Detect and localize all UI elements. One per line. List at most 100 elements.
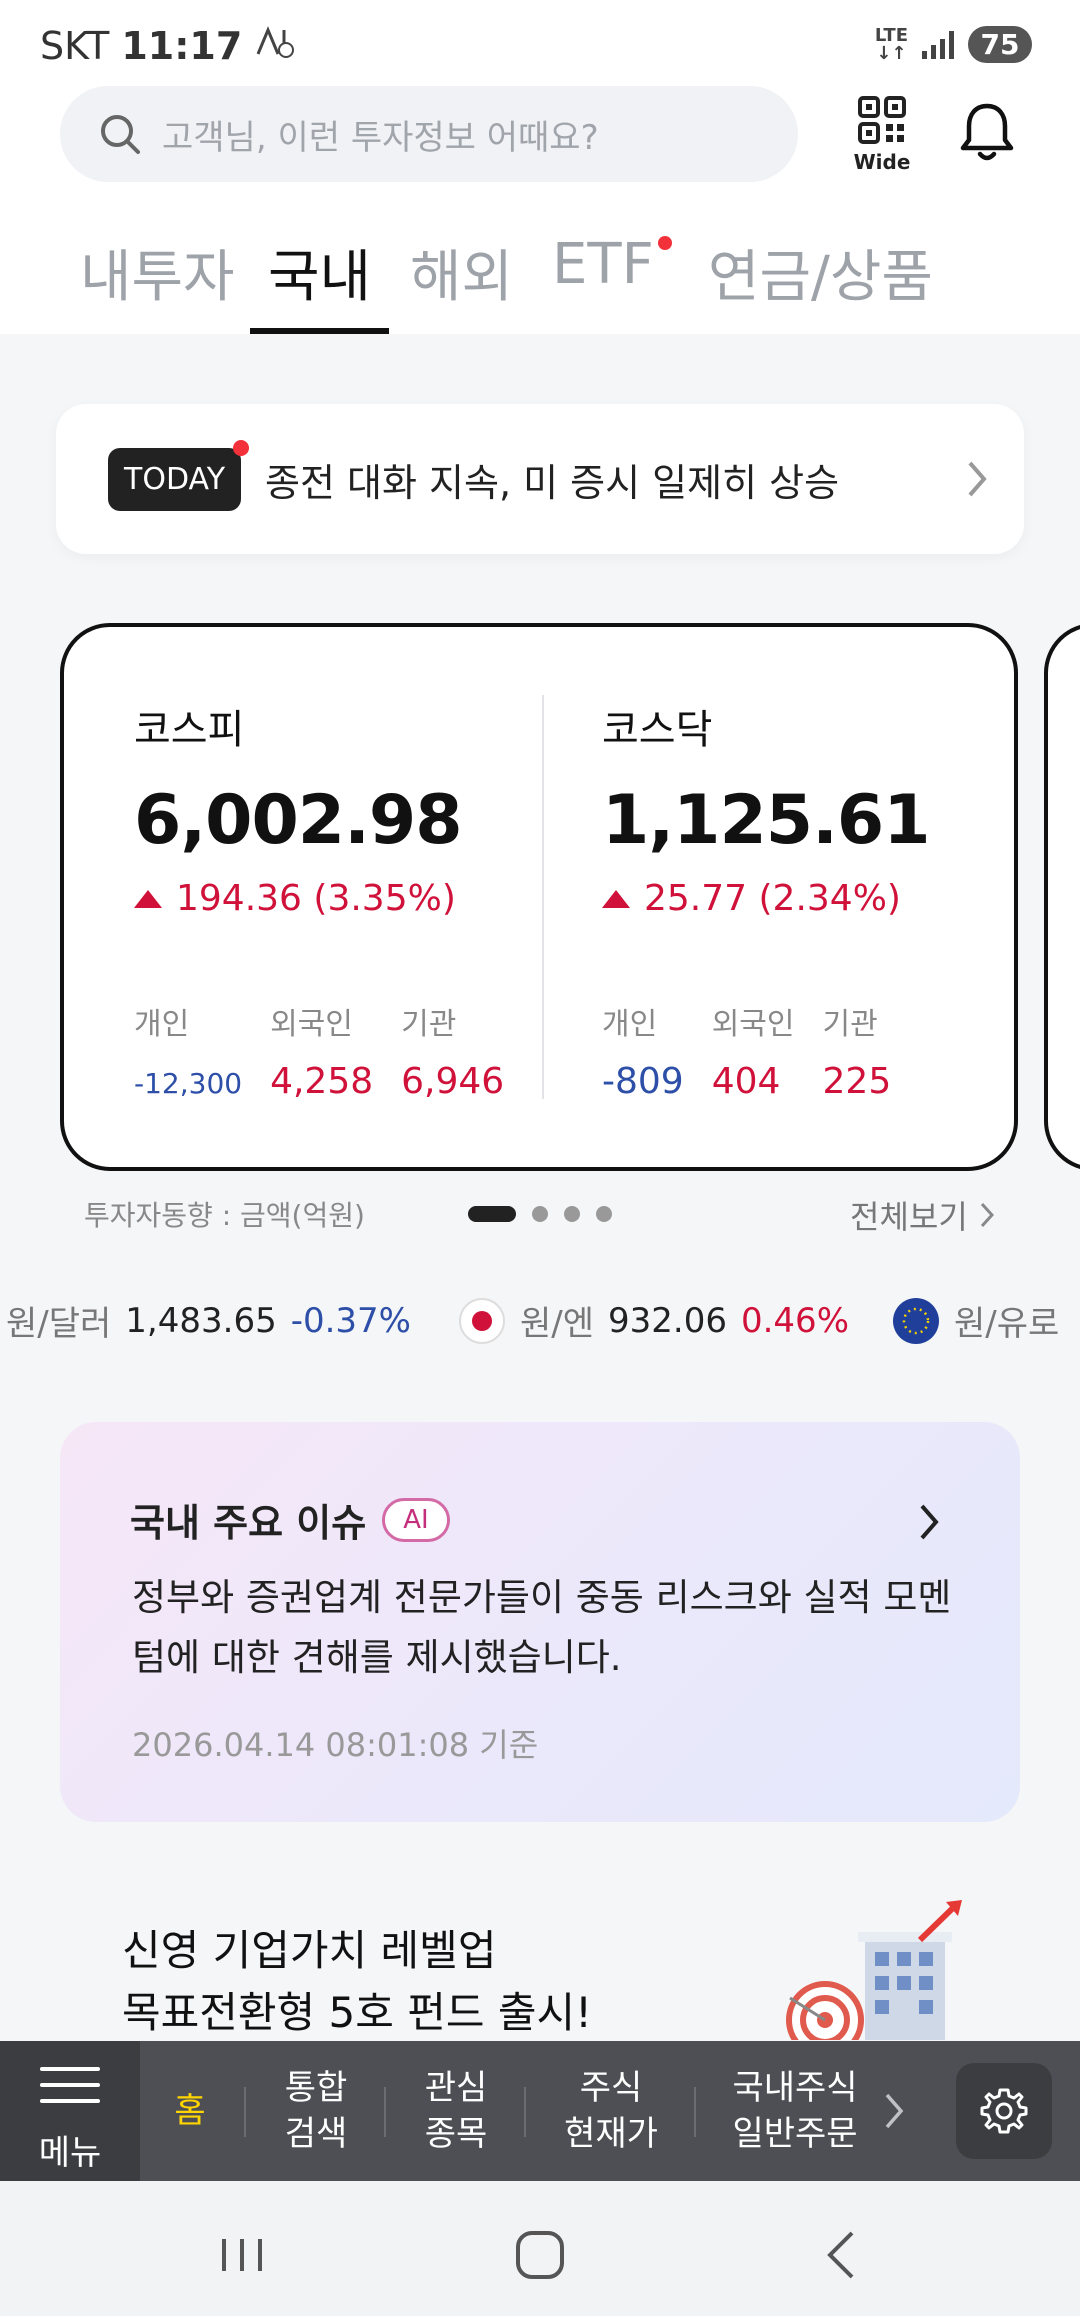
page-dot-active[interactable] — [468, 1206, 516, 1222]
issue-timestamp: 2026.04.14 08:01:08 기준 — [132, 1726, 539, 1764]
system-nav-bar — [0, 2181, 1080, 2316]
fx-item-jpy[interactable]: 원/엔 932.06 0.46% — [458, 1296, 849, 1345]
kospi-investor-flows: 개인 -12,300 외국인 4,258 기관 6,946 — [134, 999, 532, 1102]
kosdaq-investor-flows: 개인 -809 외국인 404 기관 225 — [602, 999, 919, 1102]
flow-label: 개인 — [602, 1007, 658, 1042]
bottom-item-label: 통합 — [284, 2068, 348, 2108]
lte-icon: LTE ↓↑ — [874, 24, 908, 64]
bottom-item-integrated-search[interactable]: 통합검색 — [256, 2041, 376, 2181]
promo-text: 신영 기업가치 레벨업 목표전환형 5호 펀드 출시! — [122, 1920, 592, 2044]
fund-promo-banner[interactable]: 신영 기업가치 레벨업 목표전환형 5호 펀드 출시! — [0, 1880, 1080, 2040]
flow-value: 6,946 — [401, 1061, 505, 1102]
page-dot[interactable] — [564, 1206, 580, 1222]
fx-change: 0.46% — [740, 1300, 849, 1341]
bottom-item-label: 홈 — [174, 2091, 206, 2131]
status-right: LTE ↓↑ 75 — [875, 26, 1032, 63]
tab-domestic[interactable]: 국내 — [249, 232, 390, 334]
chevron-right-icon — [968, 461, 987, 497]
up-triangle-icon — [134, 889, 162, 908]
index-value: 6,002.98 — [134, 781, 463, 860]
bottom-item-watchlist[interactable]: 관심 종목 — [396, 2041, 516, 2181]
back-icon[interactable] — [814, 2225, 874, 2285]
carousel-dots — [468, 1206, 612, 1222]
bottom-item-label: 일반주문 — [732, 2114, 858, 2154]
tab-pension-products[interactable]: 연금/상품 — [708, 232, 933, 334]
flow-value: -809 — [602, 1061, 684, 1102]
ai-badge: AI — [382, 1497, 450, 1542]
search-bar[interactable]: 고객님, 이런 투자정보 어때요? — [60, 86, 798, 182]
flow-individual: 개인 -809 — [602, 999, 684, 1102]
tab-etf[interactable]: ETF — [552, 232, 672, 334]
kospi-panel[interactable]: 코스피 6,002.98 194.36 (3.35%) — [134, 697, 554, 919]
separator — [384, 2087, 386, 2137]
fx-ticker[interactable]: 원/달러 1,483.65 -0.37% 원/엔 932.06 0.46% 원/… — [0, 1296, 1080, 1356]
chevron-right-icon — [980, 1202, 994, 1228]
bottom-item-stock-price[interactable]: 주식 현재가 — [536, 2041, 686, 2181]
investor-flow-note: 투자자동향 : 금액(억원) — [84, 1199, 365, 1232]
bottom-item-label: 검색 — [284, 2114, 348, 2154]
home-icon[interactable] — [510, 2225, 570, 2285]
bottom-item-label: 현재가 — [564, 2114, 658, 2154]
index-name: 코스닥 — [602, 707, 713, 753]
chevron-right-icon — [920, 1504, 939, 1540]
carrier-label: SKT — [40, 24, 110, 68]
category-tabs: 내투자 국내 해외 ETF 연금/상품 — [0, 212, 1080, 334]
today-news-banner[interactable]: TODAY 종전 대화 지속, 미 증시 일제히 상승 — [56, 404, 1024, 554]
kosdaq-panel[interactable]: 코스닥 1,125.61 25.77 (2.34%) — [602, 697, 1022, 919]
settings-button[interactable] — [956, 2063, 1052, 2159]
status-left: SKT 11:17 — [40, 24, 295, 68]
qr-code-icon — [858, 96, 906, 144]
bottom-item-home[interactable]: 홈 — [150, 2041, 230, 2181]
status-bar: SKT 11:17 LTE ↓↑ 75 — [0, 0, 1080, 86]
fx-change: -0.37% — [290, 1300, 411, 1341]
index-change: 25.77 (2.34%) — [602, 878, 1022, 919]
flow-foreign: 외국인 404 — [712, 999, 795, 1102]
market-card-footer: 투자자동향 : 금액(억원) 전체보기 — [0, 1186, 1080, 1246]
gear-icon — [980, 2088, 1028, 2134]
next-card-peek[interactable] — [1044, 623, 1080, 1171]
target-building-illustration — [786, 1900, 962, 2040]
chevron-right-icon[interactable] — [884, 2091, 904, 2131]
view-all-link[interactable]: 전체보기 — [850, 1192, 994, 1238]
today-badge: TODAY — [108, 439, 250, 511]
index-change-text: 194.36 (3.35%) — [176, 878, 456, 919]
bell-icon[interactable] — [958, 100, 1016, 164]
bottom-item-domestic-order[interactable]: 국내주식일반주문 — [710, 2041, 880, 2181]
battery-icon: 75 — [968, 26, 1032, 63]
bottom-item-label: 종목 — [424, 2114, 488, 2154]
issue-title: 국내 주요 이슈 AI — [130, 1492, 450, 1547]
page-dot[interactable] — [532, 1206, 548, 1222]
flow-foreign: 외국인 4,258 — [270, 999, 373, 1102]
tab-overseas[interactable]: 해외 — [410, 232, 513, 334]
index-change-text: 25.77 (2.34%) — [644, 878, 901, 919]
search-icon — [101, 115, 140, 154]
index-change: 194.36 (3.35%) — [134, 878, 554, 919]
fx-item-eur[interactable]: 원/유로 — [892, 1296, 1059, 1345]
fx-label: 원/유로 — [954, 1304, 1060, 1344]
page-dot[interactable] — [596, 1206, 612, 1222]
menu-label: 메뉴 — [38, 2133, 102, 2173]
domestic-issues-card[interactable]: 국내 주요 이슈 AI 정부와 증권업계 전문가들이 중동 리스크와 실적 모멘… — [60, 1422, 1020, 1822]
bottom-item-label: 국내주식 — [732, 2068, 858, 2108]
fx-item-usd[interactable]: 원/달러 1,483.65 -0.37% — [6, 1296, 411, 1345]
signal-icon — [922, 30, 954, 59]
menu-button[interactable]: 메뉴 — [0, 2041, 140, 2181]
fx-label: 원/달러 — [6, 1304, 112, 1344]
flow-institution: 기관 6,946 — [401, 999, 504, 1102]
separator — [694, 2087, 696, 2137]
search-placeholder: 고객님, 이런 투자정보 어때요? — [162, 117, 599, 158]
market-index-card[interactable]: 코스피 6,002.98 194.36 (3.35%) 개인 -12,300 외… — [60, 623, 1018, 1171]
recent-apps-icon[interactable] — [212, 2225, 272, 2285]
flow-institution: 기관 225 — [823, 999, 892, 1102]
fx-label: 원/엔 — [520, 1304, 595, 1344]
promo-line-1: 신영 기업가치 레벨업 — [122, 1926, 497, 1975]
clock: 11:17 — [121, 24, 243, 68]
today-headline: 종전 대화 지속, 미 증시 일제히 상승 — [265, 460, 840, 505]
flow-value: 404 — [711, 1061, 781, 1102]
flow-label: 외국인 — [711, 1007, 795, 1042]
tab-my-investment[interactable]: 내투자 — [80, 232, 235, 334]
fx-value: 932.06 — [608, 1300, 727, 1341]
notification-dot — [657, 236, 672, 250]
qr-wide-button[interactable]: Wide — [852, 96, 912, 174]
flow-label: 기관 — [401, 1007, 457, 1042]
